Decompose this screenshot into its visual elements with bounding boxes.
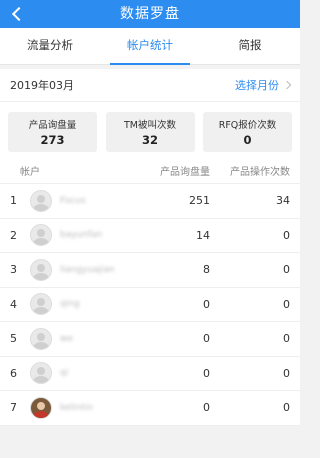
inquiry-count: 0 (203, 366, 210, 380)
row-index: 3 (10, 263, 17, 277)
tab-traffic-analysis[interactable]: 流量分析 (0, 28, 100, 64)
chevron-right-icon (282, 80, 292, 90)
operation-count: 0 (283, 263, 290, 277)
user-avatar-icon (30, 327, 52, 350)
tab-brief[interactable]: 简报 (200, 28, 300, 64)
stat-label: RFQ报价次数 (218, 120, 277, 131)
account-table: 帐户 产品询盘量 产品操作次数 1 Focus 251 34 2 bayunfa… (0, 158, 300, 426)
table-row[interactable]: 4 qing 0 0 (0, 288, 300, 322)
operation-count: 0 (283, 366, 290, 380)
table-row[interactable]: 2 bayunfan 14 0 (0, 219, 300, 253)
inquiry-count: 8 (203, 263, 210, 277)
column-header-account: 帐户 (20, 167, 40, 178)
operation-count: 34 (276, 194, 290, 208)
table-header: 帐户 产品询盘量 产品操作次数 (0, 158, 300, 184)
operation-count: 0 (283, 401, 290, 415)
stat-card-inquiries: 产品询盘量 273 (8, 112, 97, 152)
chevron-left-icon (11, 6, 27, 22)
stat-value: 273 (40, 133, 65, 147)
tab-bar: 流量分析 帐户统计 简报 (0, 28, 300, 65)
row-index: 2 (10, 228, 17, 242)
account-name: we (60, 333, 73, 344)
stat-value: 32 (141, 133, 158, 147)
tab-account-stats[interactable]: 帐户统计 (100, 28, 200, 65)
table-row[interactable]: 5 we 0 0 (0, 322, 300, 357)
app-header: 数据罗盘 (0, 0, 300, 28)
user-avatar-icon (30, 396, 52, 419)
inquiry-count: 0 (203, 401, 210, 415)
inquiry-count: 0 (203, 297, 210, 311)
stat-value: 0 (243, 133, 252, 147)
user-avatar-icon (30, 258, 52, 281)
back-button[interactable] (6, 3, 28, 25)
row-index: 6 (10, 366, 17, 380)
stat-label: TM被叫次数 (124, 120, 176, 131)
choose-month-label: 选择月份 (235, 79, 279, 92)
column-header-inquiries: 产品询盘量 (160, 167, 210, 178)
inquiry-count: 14 (196, 228, 210, 242)
table-row[interactable]: 1 Focus 251 34 (0, 184, 300, 219)
table-row[interactable]: 7 kelintin 0 0 (0, 391, 300, 426)
account-name: bayunfan (60, 230, 103, 241)
inquiry-count: 0 (203, 332, 210, 346)
current-month: 2019年03月 (10, 79, 74, 92)
user-avatar-icon (30, 293, 52, 316)
column-header-operations: 产品操作次数 (230, 167, 290, 178)
stat-card-rfq-quotes: RFQ报价次数 0 (203, 112, 292, 152)
row-index: 5 (10, 332, 17, 346)
user-avatar-icon (30, 224, 52, 247)
stat-label: 产品询盘量 (28, 120, 77, 131)
page-title: 数据罗盘 (120, 6, 180, 22)
table-row[interactable]: 6 qi 0 0 (0, 357, 300, 391)
row-index: 1 (10, 194, 17, 208)
inquiry-count: 251 (189, 194, 210, 208)
stat-card-tm-calls: TM被叫次数 32 (105, 112, 195, 152)
table-row[interactable]: 3 liangyuajian 8 0 (0, 253, 300, 288)
account-name: qing (60, 299, 80, 310)
stats-summary: 产品询盘量 273 TM被叫次数 32 RFQ报价次数 0 (0, 102, 300, 158)
account-name: Focus (60, 195, 86, 206)
account-name: kelintin (60, 402, 93, 413)
operation-count: 0 (283, 228, 290, 242)
user-avatar-icon (30, 189, 52, 212)
row-index: 7 (10, 401, 17, 415)
operation-count: 0 (283, 297, 290, 311)
account-name: liangyuajian (60, 264, 115, 275)
date-bar: 2019年03月 选择月份 (0, 69, 300, 102)
choose-month-button[interactable]: 选择月份 (235, 77, 292, 93)
row-index: 4 (10, 297, 17, 311)
operation-count: 0 (283, 332, 290, 346)
user-avatar-icon (30, 362, 52, 385)
account-name: qi (60, 368, 69, 379)
